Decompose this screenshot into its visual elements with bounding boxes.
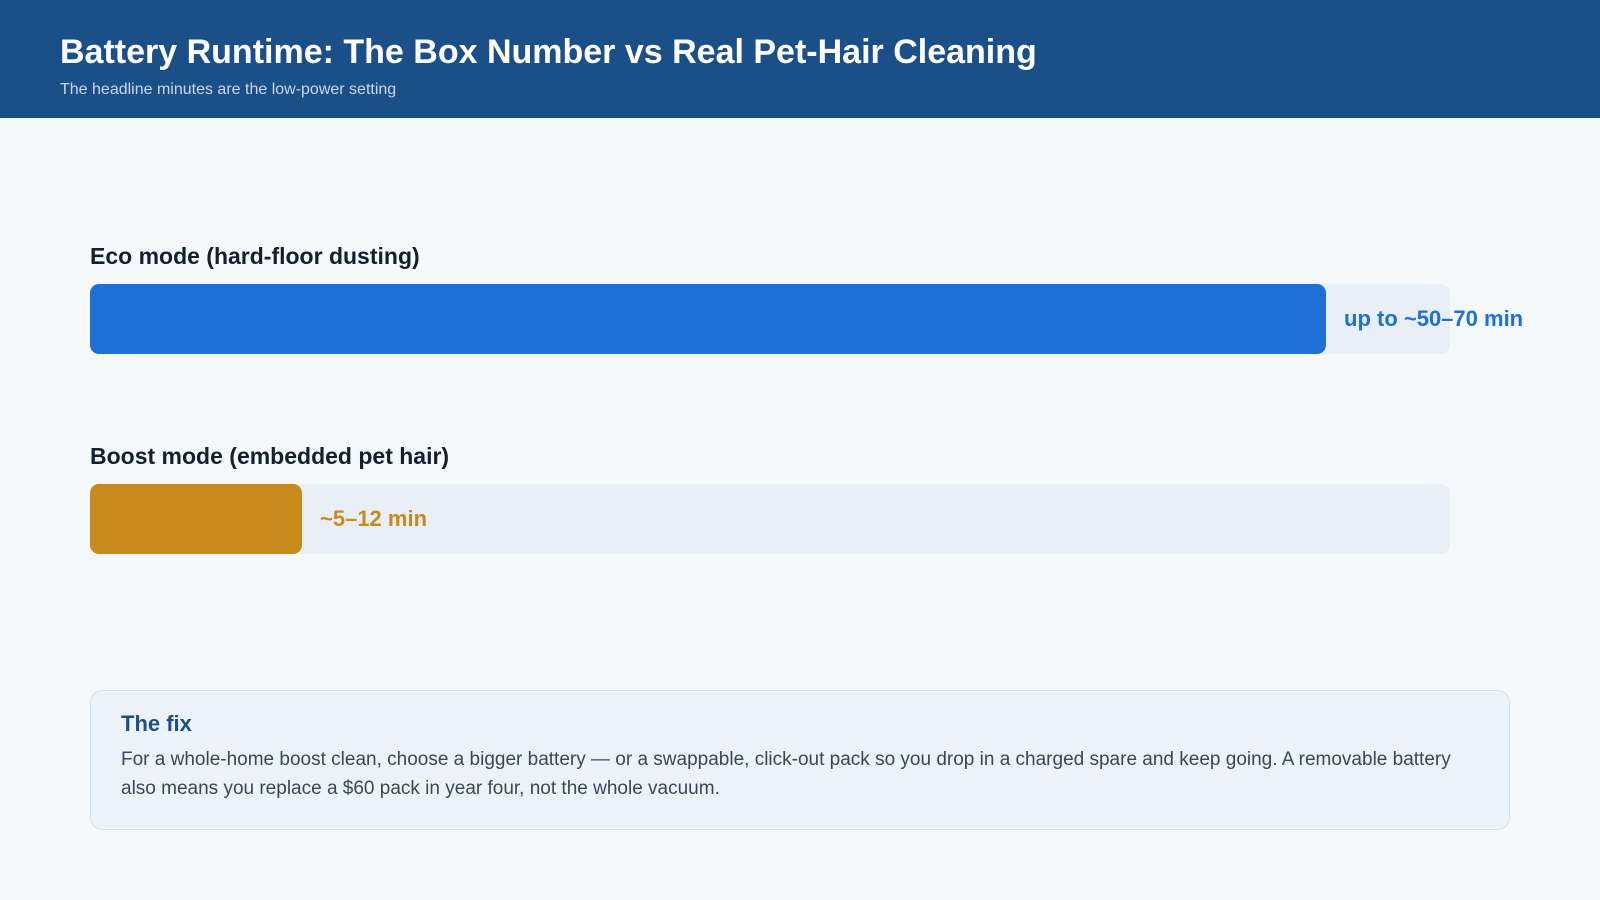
category-label-eco: Eco mode (hard-floor dusting) xyxy=(90,243,420,269)
bar-track-boost: ~5–12 min xyxy=(90,484,1450,554)
bar-boost xyxy=(90,484,302,554)
fix-title: The fix xyxy=(121,711,192,736)
header-banner: Battery Runtime: The Box Number vs Real … xyxy=(0,0,1600,118)
bar-track-eco: up to ~50–70 min xyxy=(90,284,1523,354)
fix-body: For a whole-home boost clean, choose a b… xyxy=(121,749,1451,799)
value-label-boost: ~5–12 min xyxy=(320,506,428,531)
category-label-boost: Boost mode (embedded pet hair) xyxy=(90,443,450,469)
value-label-eco: up to ~50–70 min xyxy=(1344,306,1524,331)
page-title: Battery Runtime: The Box Number vs Real … xyxy=(60,33,1037,71)
page-subtitle: The headline minutes are the low-power s… xyxy=(60,81,397,98)
bar-eco xyxy=(90,284,1326,354)
fix-callout: The fix For a whole-home boost clean, ch… xyxy=(90,690,1510,830)
